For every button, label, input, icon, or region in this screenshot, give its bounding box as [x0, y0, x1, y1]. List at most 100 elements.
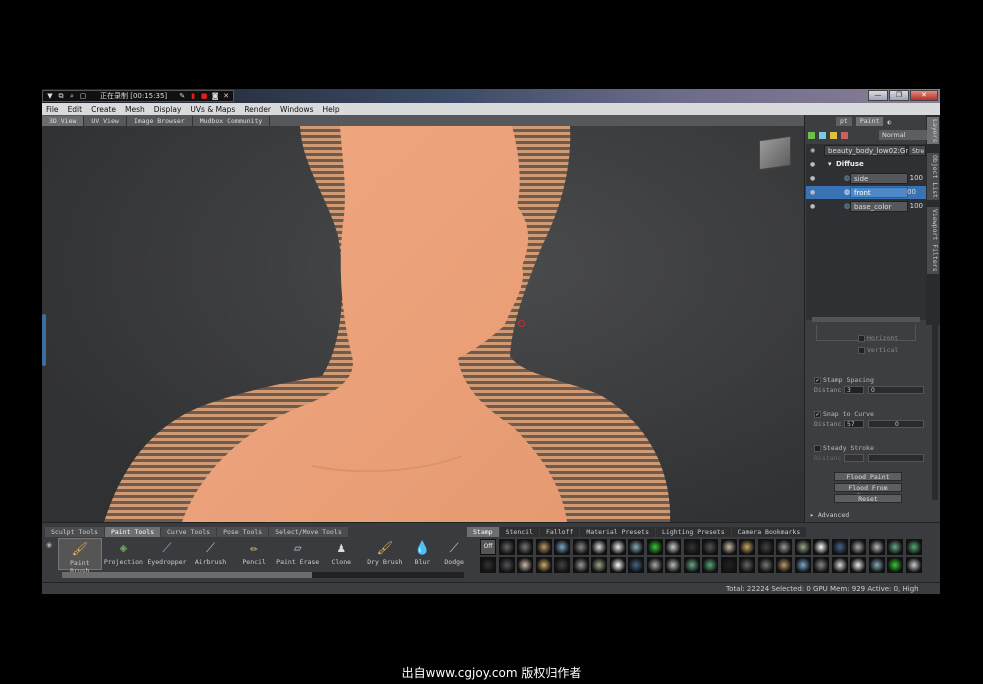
- stamp-thumbnail[interactable]: [609, 539, 626, 555]
- layer-row[interactable]: ● ◍ base_color 100: [806, 200, 926, 213]
- tool-eyedropper[interactable]: ⟋ Eyedropper: [145, 538, 189, 570]
- menu-render[interactable]: Render: [244, 105, 271, 114]
- stamp-thumbnail[interactable]: [646, 557, 663, 573]
- tab-image-browser[interactable]: Image Browser: [127, 115, 193, 126]
- stamp-spacing-option[interactable]: ✓ Stamp Spacing: [814, 375, 936, 385]
- toggle-icon[interactable]: ◐: [887, 118, 891, 126]
- layer-row-selected[interactable]: ● ◍ front 00: [806, 186, 926, 199]
- stamp-thumbnail[interactable]: [665, 557, 681, 573]
- menu-help[interactable]: Help: [323, 105, 340, 114]
- flood-from-camera-button[interactable]: Flood From Camera: [834, 483, 902, 500]
- stamp-thumbnail[interactable]: [794, 557, 811, 573]
- minimize-button[interactable]: —: [868, 90, 888, 101]
- stamp-thumbnail[interactable]: [720, 557, 737, 573]
- 3d-viewport[interactable]: [42, 126, 804, 522]
- camera-icon[interactable]: ◙: [211, 92, 219, 100]
- duplicate-layer-icon[interactable]: [819, 131, 826, 139]
- stamp-thumbnail[interactable]: [905, 539, 922, 555]
- stamp-thumbnail[interactable]: [535, 557, 552, 573]
- stamp-distance-field[interactable]: 3: [844, 386, 864, 394]
- group-row[interactable]: ● ▾ Diffuse: [806, 158, 926, 171]
- stop-icon[interactable]: ■: [200, 92, 208, 100]
- tab-paint-tools[interactable]: Paint Tools: [104, 527, 161, 537]
- menu-display[interactable]: Display: [154, 105, 182, 114]
- steady-distance-slider[interactable]: [868, 454, 924, 462]
- tab-mudbox-community[interactable]: Mudbox Community: [193, 115, 271, 126]
- tool-blur[interactable]: 💧 Blur: [407, 538, 439, 570]
- stamp-thumbnail[interactable]: [628, 557, 644, 573]
- menu-edit[interactable]: Edit: [68, 105, 83, 114]
- delete-layer-icon[interactable]: [841, 131, 848, 139]
- stamp-thumbnail[interactable]: [813, 557, 829, 573]
- stamp-thumbnail[interactable]: [776, 539, 792, 555]
- tool-dry-brush[interactable]: 🖌 Dry Brush: [363, 538, 407, 570]
- stamp-thumbnail[interactable]: [831, 539, 848, 555]
- tab-select-move-tools[interactable]: Select/Move Tools: [269, 527, 348, 537]
- menu-mesh[interactable]: Mesh: [125, 105, 145, 114]
- stamp-thumbnail[interactable]: [887, 539, 903, 555]
- tab-3d-view[interactable]: 3D View: [42, 115, 85, 126]
- close-icon[interactable]: ✕: [222, 92, 230, 100]
- tab-curve-tools[interactable]: Curve Tools: [161, 527, 217, 537]
- snap-distance-slider[interactable]: 0: [868, 420, 924, 428]
- stamp-thumbnail[interactable]: [776, 557, 792, 573]
- view-cube[interactable]: [759, 135, 791, 171]
- visibility-icon[interactable]: ●: [810, 200, 815, 213]
- scroll-thumb[interactable]: [62, 572, 312, 578]
- snap-to-curve-option[interactable]: ✓ Snap to Curve: [814, 409, 936, 419]
- stamp-thumbnail[interactable]: [757, 557, 774, 573]
- stamp-thumbnail[interactable]: [813, 539, 829, 555]
- snap-to-curve-checkbox[interactable]: ✓: [814, 410, 821, 418]
- advanced-section[interactable]: ▸ Advanced: [810, 511, 849, 519]
- horizontal-checkbox[interactable]: [858, 334, 865, 342]
- stamp-thumbnail[interactable]: [498, 539, 515, 555]
- stamp-thumbnail[interactable]: [480, 557, 496, 573]
- stamp-thumbnail[interactable]: [905, 557, 922, 573]
- tab-lighting-presets[interactable]: Lighting Presets: [656, 527, 731, 537]
- tool-clone[interactable]: ♟ Clone: [319, 538, 363, 570]
- stamp-off[interactable]: Off: [480, 539, 496, 555]
- tool-dodge[interactable]: ⟋ Dodge: [438, 538, 470, 570]
- menu-windows[interactable]: Windows: [280, 105, 313, 114]
- dropdown-icon[interactable]: ▼: [46, 92, 54, 100]
- steady-stroke-option[interactable]: Steady Stroke: [814, 443, 936, 453]
- stamp-thumbnail[interactable]: [683, 557, 700, 573]
- tab-stencil[interactable]: Stencil: [499, 527, 539, 537]
- new-layer-icon[interactable]: [808, 131, 815, 139]
- stamp-thumbnail[interactable]: [628, 539, 644, 555]
- tools-scrollbar[interactable]: [62, 572, 464, 578]
- stamp-thumbnail[interactable]: [739, 539, 755, 555]
- stamp-thumbnail[interactable]: [572, 557, 589, 573]
- tray-expand-icon[interactable]: ◉: [46, 541, 52, 549]
- visibility-icon[interactable]: ●: [810, 172, 815, 185]
- stamp-thumbnail[interactable]: [646, 539, 663, 555]
- stamp-thumbnail[interactable]: [739, 557, 755, 573]
- flood-paint-layer-button[interactable]: Flood Paint Layer: [834, 472, 902, 489]
- stamp-thumbnail[interactable]: [683, 539, 700, 555]
- steady-stroke-checkbox[interactable]: [814, 444, 821, 452]
- stamp-thumbnail[interactable]: [887, 557, 903, 573]
- stamp-spacing-checkbox[interactable]: ✓: [814, 376, 821, 384]
- snap-distance-field[interactable]: 57: [844, 420, 864, 428]
- stamp-thumbnail[interactable]: [591, 557, 607, 573]
- horizontal-option[interactable]: Horizont: [858, 333, 980, 343]
- stamp-thumbnail[interactable]: [757, 539, 774, 555]
- stamp-thumbnail[interactable]: [868, 539, 885, 555]
- blend-mode-select[interactable]: Normal: [879, 130, 927, 140]
- side-handle[interactable]: [42, 314, 46, 366]
- tool-airbrush[interactable]: ⟋ Airbrush: [189, 538, 233, 570]
- visibility-icon[interactable]: ●: [810, 158, 815, 171]
- tab-stamp[interactable]: Stamp: [467, 527, 499, 537]
- object-row[interactable]: ◉ beauty_body_low02:Gr Stre: [806, 144, 926, 157]
- tool-paint-brush[interactable]: 🖌 Paint Brush: [58, 538, 102, 575]
- tab-material-presets[interactable]: Material Presets: [580, 527, 656, 537]
- visibility-icon[interactable]: ◉: [810, 144, 815, 157]
- stamp-thumbnail[interactable]: [498, 557, 515, 573]
- stamp-thumbnail[interactable]: [609, 557, 626, 573]
- menu-create[interactable]: Create: [91, 105, 116, 114]
- tab-uv-view[interactable]: UV View: [84, 115, 127, 126]
- stamp-thumbnail[interactable]: [517, 539, 533, 555]
- stamp-thumbnail[interactable]: [702, 557, 718, 573]
- tab-camera-bookmarks[interactable]: Camera Bookmarks: [731, 527, 807, 537]
- menu-file[interactable]: File: [46, 105, 59, 114]
